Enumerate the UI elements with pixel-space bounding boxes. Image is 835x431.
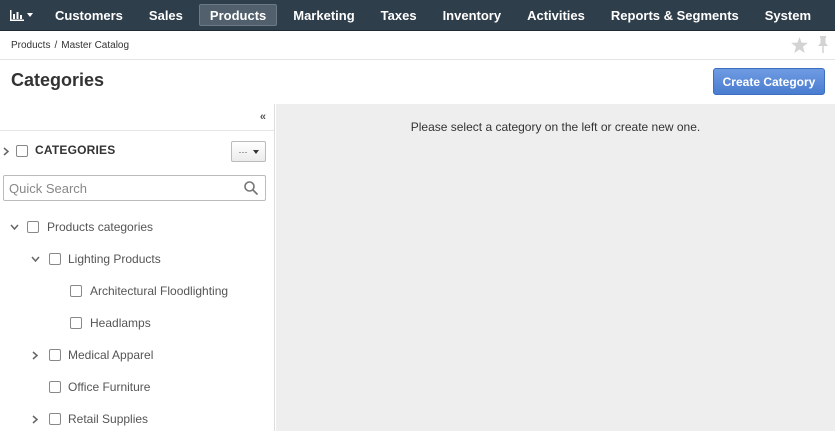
- categories-header: CATEGORIES ···: [0, 140, 275, 162]
- tree-checkbox[interactable]: [49, 253, 61, 265]
- nav-customers[interactable]: Customers: [42, 0, 136, 31]
- sidebar-toolbar: «: [0, 104, 274, 131]
- tree-checkbox[interactable]: [49, 381, 61, 393]
- tree-item-medical-apparel[interactable]: Medical Apparel: [0, 344, 275, 366]
- collapse-sidebar-button[interactable]: «: [260, 111, 266, 123]
- breadcrumb-separator: /: [54, 39, 58, 51]
- nav-taxes[interactable]: Taxes: [368, 0, 430, 31]
- create-category-button[interactable]: Create Category: [713, 68, 825, 95]
- tree-item-architectural-floodlighting[interactable]: Architectural Floodlighting: [0, 280, 275, 302]
- nav-system[interactable]: System: [752, 0, 824, 31]
- caret-down-icon: [26, 13, 33, 17]
- tree-item-label: Medical Apparel: [68, 348, 154, 362]
- tree-item-label: Products categories: [47, 220, 154, 234]
- select-all-checkbox[interactable]: [16, 145, 28, 157]
- tree-actions-dropdown[interactable]: ···: [231, 141, 266, 162]
- nav-marketing[interactable]: Marketing: [280, 0, 367, 31]
- quick-search-input[interactable]: [4, 176, 224, 200]
- chevron-right-icon[interactable]: [0, 145, 12, 157]
- nav-sales[interactable]: Sales: [136, 0, 196, 31]
- page-header: Categories Create Category: [0, 60, 835, 104]
- tree-item-label: Architectural Floodlighting: [90, 284, 229, 298]
- search-icon[interactable]: [244, 181, 258, 195]
- chevron-right-icon[interactable]: [29, 413, 41, 425]
- chevron-down-icon[interactable]: [29, 253, 41, 265]
- tree-item-label: Office Furniture: [68, 380, 151, 394]
- tree-item-label: Lighting Products: [68, 252, 161, 266]
- tree-checkbox[interactable]: [49, 349, 61, 361]
- nav-products[interactable]: Products: [198, 4, 278, 26]
- empty-state-message: Please select a category on the left or …: [410, 120, 701, 134]
- nav-reports-segments[interactable]: Reports & Segments: [598, 0, 752, 31]
- tree-item-products-categories[interactable]: Products categories: [0, 216, 275, 238]
- tree-checkbox[interactable]: [49, 413, 61, 425]
- top-navigation: Customers Sales Products Marketing Taxes…: [0, 0, 835, 31]
- page-title: Categories: [11, 70, 105, 90]
- chevron-down-icon[interactable]: [8, 221, 20, 233]
- breadcrumb-item-products: Products: [11, 39, 51, 51]
- tree-checkbox[interactable]: [27, 221, 39, 233]
- breadcrumb-item-master-catalog: Master Catalog: [61, 39, 130, 51]
- caret-down-icon: [252, 149, 259, 154]
- category-content-area: Please select a category on the left or …: [276, 104, 835, 431]
- dashboard-menu-button[interactable]: [0, 0, 42, 31]
- star-icon[interactable]: [791, 36, 808, 53]
- tree-checkbox[interactable]: [70, 317, 82, 329]
- category-sidebar: « CATEGORIES ··· Products categories Li: [0, 104, 275, 431]
- bar-chart-icon: [9, 9, 24, 21]
- chevron-right-icon[interactable]: [29, 349, 41, 361]
- tree-item-label: Retail Supplies: [68, 412, 149, 426]
- quick-search: [3, 175, 266, 201]
- breadcrumb: Products / Master Catalog: [0, 31, 835, 60]
- tree-item-label: Headlamps: [90, 316, 151, 330]
- nav-inventory[interactable]: Inventory: [430, 0, 515, 31]
- tree-item-headlamps[interactable]: Headlamps: [0, 312, 275, 334]
- pin-icon[interactable]: [817, 36, 829, 53]
- nav-activities[interactable]: Activities: [514, 0, 598, 31]
- tree-checkbox[interactable]: [70, 285, 82, 297]
- categories-header-label: CATEGORIES: [35, 143, 116, 157]
- tree-item-lighting-products[interactable]: Lighting Products: [0, 248, 275, 270]
- more-icon: ···: [238, 146, 248, 157]
- tree-item-retail-supplies[interactable]: Retail Supplies: [0, 408, 275, 430]
- tree-item-office-furniture[interactable]: Office Furniture: [0, 376, 275, 398]
